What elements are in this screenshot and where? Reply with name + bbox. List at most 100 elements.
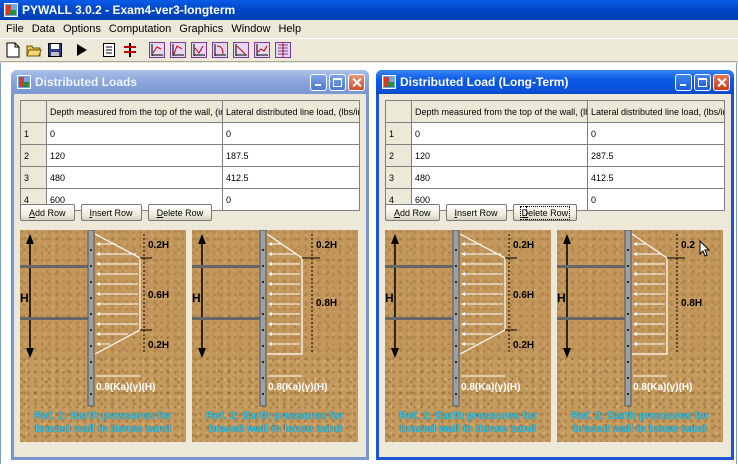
- add-row-button[interactable]: Add Row: [20, 204, 75, 221]
- table-row: 2 120 187.5: [20, 144, 360, 167]
- app-title: PYWALL 3.0.2 - Exam4-ver3-longterm: [22, 3, 236, 17]
- depth-cell[interactable]: 480: [411, 166, 588, 189]
- window-app-icon: [17, 75, 31, 89]
- add-row-button[interactable]: Add Row: [385, 204, 440, 221]
- bottom-zone-label: 0.2H: [148, 340, 169, 351]
- depth-cell[interactable]: 120: [46, 144, 223, 167]
- row-number[interactable]: 1: [20, 122, 47, 145]
- delete-row-button[interactable]: Delete Row: [512, 204, 578, 221]
- height-label: H: [385, 291, 394, 305]
- wall-section-icon[interactable]: [120, 40, 140, 60]
- top-zone-label: 0.2H: [513, 240, 534, 251]
- load-cell[interactable]: 0: [222, 122, 360, 145]
- menu-window[interactable]: Window: [227, 23, 274, 35]
- distributed-load-longterm-window: Distributed Load (Long-Term) Depth measu…: [376, 70, 734, 460]
- app-titlebar: PYWALL 3.0.2 - Exam4-ver3-longterm: [0, 0, 738, 20]
- window-title: Distributed Loads: [35, 75, 138, 89]
- insert-row-button[interactable]: Insert Row: [80, 204, 142, 221]
- load-cell[interactable]: 0: [222, 188, 360, 211]
- distributed-loads-window: Distributed Loads Depth measured from th…: [11, 70, 369, 460]
- load-cell[interactable]: 287.5: [587, 144, 725, 167]
- grid-corner-cell: [20, 100, 47, 123]
- minimize-button[interactable]: [310, 73, 327, 91]
- menu-help[interactable]: Help: [274, 23, 305, 35]
- toolbar: [0, 38, 738, 62]
- depth-cell[interactable]: 120: [411, 144, 588, 167]
- window-titlebar[interactable]: Distributed Loads: [11, 70, 369, 94]
- reference-caption: Ref. 2: Earth pressures for braced wall …: [205, 410, 345, 435]
- maximize-button[interactable]: [694, 73, 711, 91]
- depth-cell[interactable]: 480: [46, 166, 223, 189]
- pressure-formula: 0.8(Ka)(γ)(H): [461, 382, 520, 393]
- reference-caption: Ref. 1: Earth pressures for braced wall …: [398, 410, 538, 435]
- chart-7-icon[interactable]: [273, 40, 293, 60]
- height-label: H: [557, 291, 566, 305]
- row-number[interactable]: 2: [385, 144, 412, 167]
- depth-cell[interactable]: 0: [46, 122, 223, 145]
- window-app-icon: [382, 75, 396, 89]
- load-cell[interactable]: 412.5: [222, 166, 360, 189]
- chart-2-icon[interactable]: [168, 40, 188, 60]
- row-buttons: Add Row Insert Row Delete Row: [385, 204, 578, 221]
- grid-header-row: Depth measured from the top of the wall,…: [20, 100, 360, 123]
- menu-graphics[interactable]: Graphics: [175, 23, 227, 35]
- column-header-depth: Depth measured from the top of the wall,…: [46, 100, 223, 123]
- load-cell[interactable]: 0: [587, 122, 725, 145]
- mouse-pointer-icon: [699, 240, 711, 257]
- menu-computation[interactable]: Computation: [105, 23, 175, 35]
- table-row: 1 0 0: [20, 122, 360, 145]
- menu-file[interactable]: File: [2, 23, 28, 35]
- list-icon[interactable]: [99, 40, 119, 60]
- row-number[interactable]: 3: [385, 166, 412, 189]
- table-row: 2 120 287.5: [385, 144, 725, 167]
- app-icon: [4, 3, 18, 17]
- close-button[interactable]: [348, 73, 365, 91]
- chart-1-icon[interactable]: [147, 40, 167, 60]
- delete-row-button[interactable]: Delete Row: [147, 204, 213, 221]
- close-button[interactable]: [713, 73, 730, 91]
- minimize-button[interactable]: [675, 73, 692, 91]
- depth-cell[interactable]: 0: [411, 122, 588, 145]
- column-header-load: Lateral distributed line load, (lbs/in): [222, 100, 360, 123]
- dense-sand-diagram: H 0.2H 0.6H 0.2H 0.8(Ka)(γ)(H) Ref. 1: E…: [385, 230, 551, 442]
- table-row: 3 480 412.5: [385, 166, 725, 189]
- save-icon[interactable]: [45, 40, 65, 60]
- open-folder-icon[interactable]: [24, 40, 44, 60]
- mid-zone-label: 0.8H: [316, 298, 337, 309]
- chart-3-icon[interactable]: [189, 40, 209, 60]
- mid-zone-label: 0.6H: [148, 290, 169, 301]
- insert-row-button[interactable]: Insert Row: [445, 204, 507, 221]
- menu-options[interactable]: Options: [59, 23, 105, 35]
- pressure-formula: 0.8(Ka)(γ)(H): [96, 382, 155, 393]
- chart-4-icon[interactable]: [210, 40, 230, 60]
- row-number[interactable]: 3: [20, 166, 47, 189]
- row-number[interactable]: 1: [385, 122, 412, 145]
- chart-5-icon[interactable]: [231, 40, 251, 60]
- maximize-button[interactable]: [329, 73, 346, 91]
- bottom-zone-label: 0.2H: [513, 340, 534, 351]
- load-cell[interactable]: 0: [587, 188, 725, 211]
- row-number[interactable]: 2: [20, 144, 47, 167]
- menu-data[interactable]: Data: [28, 23, 59, 35]
- top-zone-label: 0.2H: [148, 240, 169, 251]
- run-icon[interactable]: [72, 40, 92, 60]
- mdi-workspace: Distributed Loads Depth measured from th…: [0, 63, 738, 464]
- chart-6-icon[interactable]: [252, 40, 272, 60]
- reference-caption: Ref. 2: Earth pressures for braced wall …: [570, 410, 710, 435]
- load-cell[interactable]: 187.5: [222, 144, 360, 167]
- loads-grid: Depth measured from the top of the wall,…: [385, 100, 725, 211]
- load-cell[interactable]: 412.5: [587, 166, 725, 189]
- column-header-depth: Depth measured from the top of the wall,…: [411, 100, 588, 123]
- height-label: H: [20, 291, 29, 305]
- table-row: 1 0 0: [385, 122, 725, 145]
- row-buttons: Add Row Insert Row Delete Row: [20, 204, 213, 221]
- window-titlebar[interactable]: Distributed Load (Long-Term): [376, 70, 734, 94]
- top-zone-label: 0.2: [681, 240, 695, 251]
- loose-sand-diagram: H: [557, 230, 723, 442]
- new-file-icon[interactable]: [3, 40, 23, 60]
- loose-sand-diagram: H: [192, 230, 358, 442]
- grid-header-row: Depth measured from the top of the wall,…: [385, 100, 725, 123]
- pressure-formula: 0.8(Ka)(γ)(H): [633, 382, 692, 393]
- height-label: H: [192, 291, 201, 305]
- loads-grid: Depth measured from the top of the wall,…: [20, 100, 360, 211]
